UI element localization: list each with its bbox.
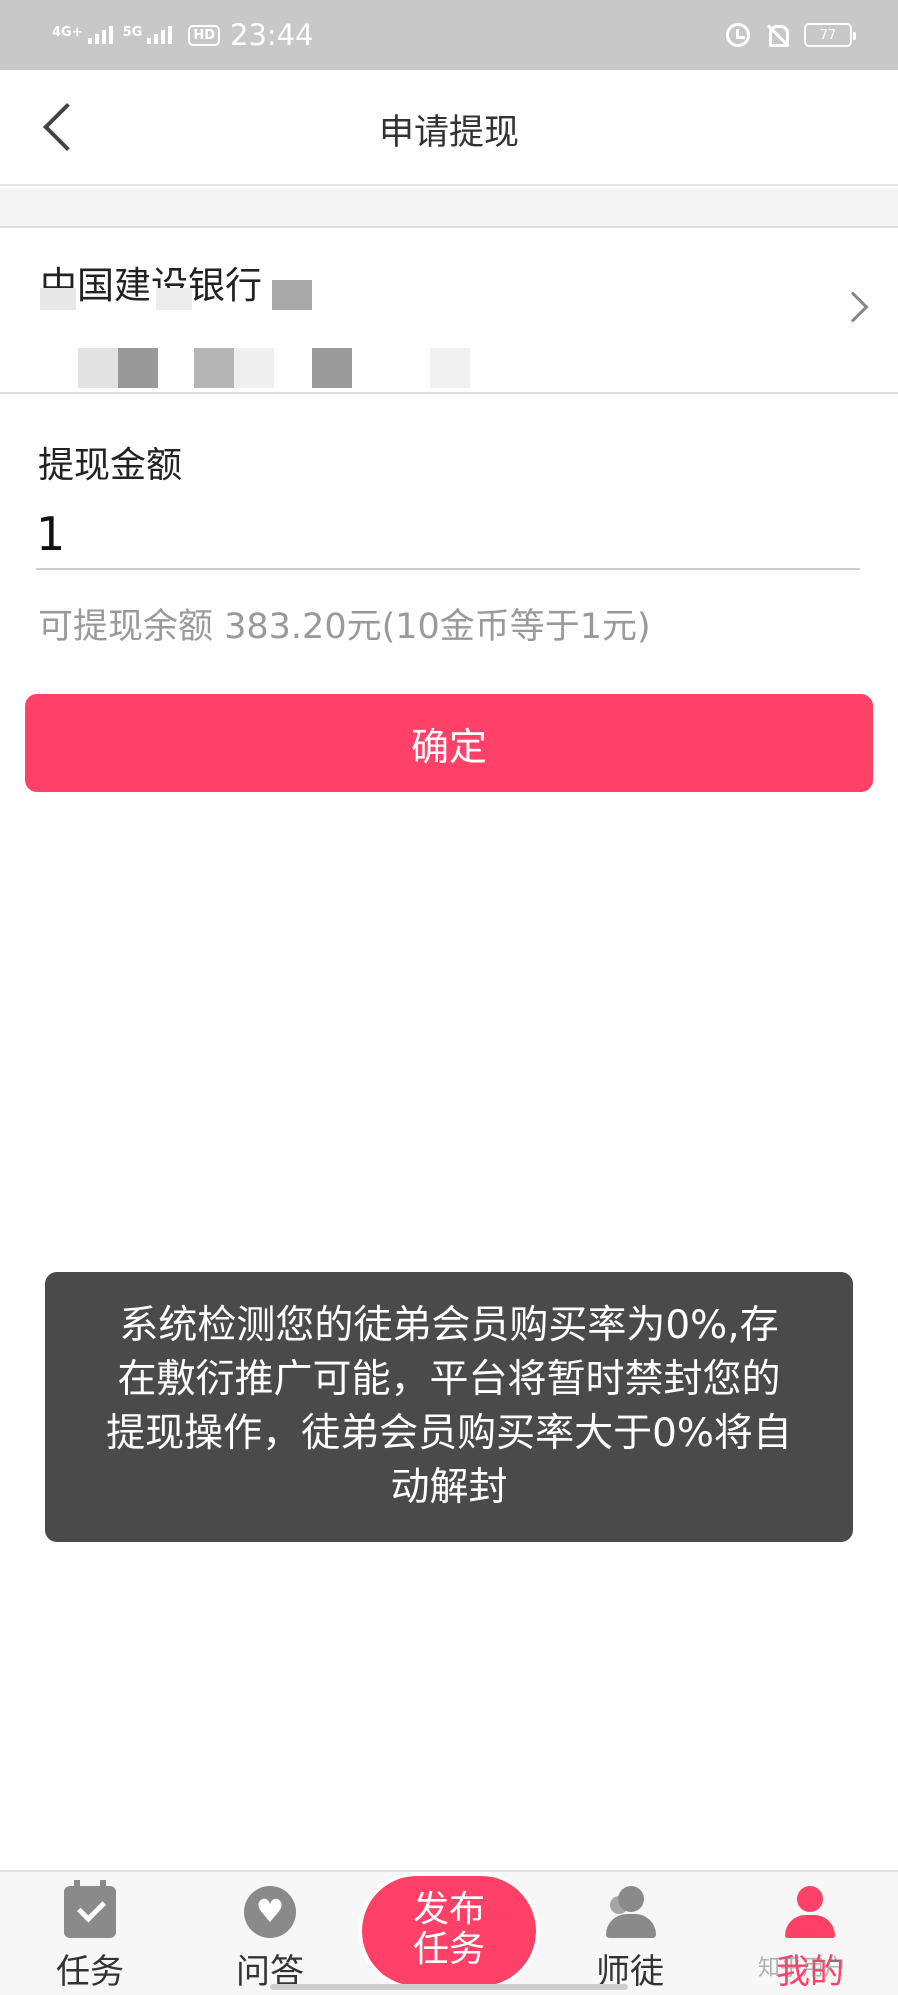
redacted-mask bbox=[430, 348, 470, 388]
redacted-mask bbox=[234, 348, 274, 388]
watermark: 知乎用户 bbox=[758, 1956, 847, 1981]
nav-bar: 申请提现 bbox=[0, 70, 898, 186]
redacted-mask bbox=[118, 348, 158, 388]
signal-5g-icon: 5G bbox=[123, 26, 173, 44]
redacted-mask bbox=[156, 288, 192, 310]
publish-label-line2: 任务 bbox=[412, 1929, 485, 1970]
publish-task-button[interactable]: 发布 任务 bbox=[362, 1876, 536, 1986]
page-title: 申请提现 bbox=[378, 113, 519, 153]
toast-message: 系统检测您的徒弟会员购买率为0%,存在敷衍推广可能，平台将暂时禁封您的提现操作，… bbox=[45, 1272, 853, 1542]
user-icon bbox=[784, 1886, 836, 1938]
home-indicator[interactable] bbox=[270, 1984, 628, 1990]
tab-qa[interactable]: 问答 bbox=[200, 1872, 340, 1995]
chevron-right-icon bbox=[837, 291, 869, 323]
redacted-mask bbox=[78, 348, 118, 388]
redacted-mask bbox=[272, 280, 312, 310]
redacted-mask bbox=[312, 348, 352, 388]
notification-off-icon bbox=[766, 23, 789, 47]
tab-mentor[interactable]: 师徒 bbox=[560, 1872, 700, 1995]
heart-bubble-icon bbox=[244, 1886, 296, 1938]
available-balance-text: 可提现余额 383.20元(10金币等于1元) bbox=[38, 607, 651, 647]
alarm-icon bbox=[726, 23, 750, 47]
battery-icon: 77 bbox=[804, 23, 856, 47]
redacted-mask bbox=[194, 348, 234, 388]
mentor-users-icon bbox=[604, 1886, 656, 1938]
tab-task[interactable]: 任务 bbox=[20, 1872, 160, 1995]
signal-4g-icon: 4G+ bbox=[52, 26, 113, 44]
bank-card-selector[interactable]: 中国建设银行 bbox=[0, 230, 898, 394]
amount-input[interactable] bbox=[36, 500, 860, 570]
amount-label: 提现金额 bbox=[38, 445, 183, 486]
publish-label-line1: 发布 bbox=[412, 1889, 485, 1930]
hd-voice-icon: HD bbox=[188, 24, 220, 46]
status-time: 23:44 bbox=[230, 18, 314, 52]
toast-text: 系统检测您的徒弟会员购买率为0%,存在敷衍推广可能，平台将暂时禁封您的提现操作，… bbox=[106, 1303, 792, 1510]
redacted-mask bbox=[40, 288, 76, 310]
confirm-button[interactable]: 确定 bbox=[25, 694, 873, 792]
network-type-2: 5G bbox=[122, 25, 143, 40]
status-bar: 4G+ 5G HD 23:44 77 bbox=[0, 0, 898, 70]
tab-label: 任务 bbox=[56, 1952, 124, 1992]
task-calendar-icon bbox=[64, 1880, 116, 1938]
network-type-1: 4G+ bbox=[52, 25, 83, 40]
section-divider bbox=[0, 188, 898, 228]
